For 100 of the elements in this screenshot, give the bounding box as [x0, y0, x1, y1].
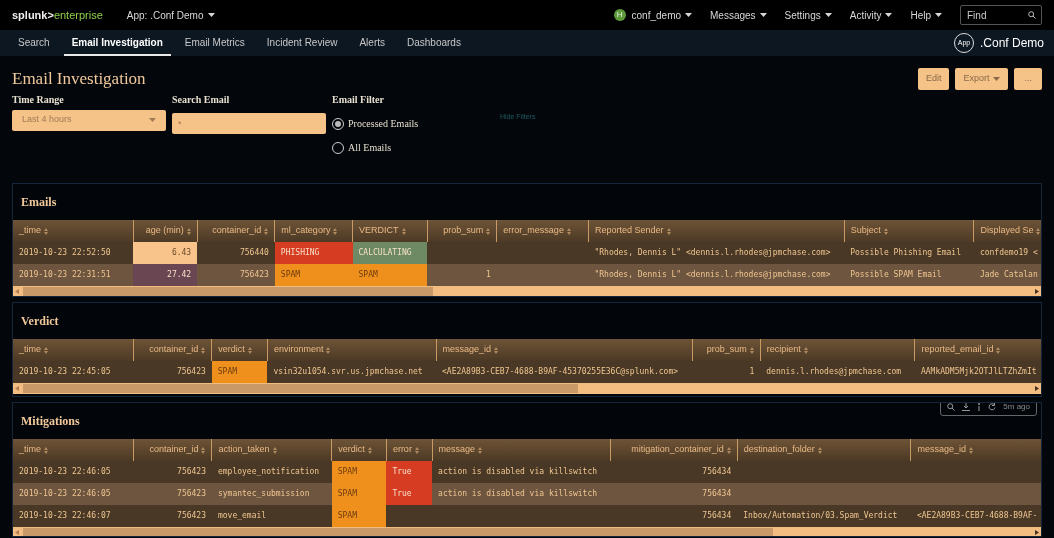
sort-icon — [478, 446, 483, 454]
right-arrow-icon — [1035, 386, 1039, 391]
table-cell: employee_notification — [211, 461, 332, 483]
column-header[interactable]: age (min) — [145, 224, 184, 238]
table-cell: <AE2A89B3-CEB7-4688-B9AF- — [910, 505, 1041, 527]
sort-icon — [566, 227, 571, 235]
column-header[interactable]: destination_folder — [743, 443, 815, 457]
nav-tab[interactable]: Alerts — [351, 30, 393, 56]
caret-icon — [885, 13, 893, 17]
column-header[interactable]: Reported Sender — [594, 224, 664, 238]
table-cell: 756434 — [610, 505, 738, 527]
horizontal-scrollbar[interactable] — [13, 383, 1041, 394]
table-cell: 1 — [692, 361, 761, 383]
column-header[interactable]: container_id — [149, 343, 199, 357]
table-cell: SPAM — [331, 483, 387, 505]
table-cell: Jade Catalan — [973, 264, 1041, 286]
nav-tab[interactable]: Dashboards — [399, 30, 469, 56]
column-header[interactable]: container_id — [149, 443, 199, 457]
sort-icon — [969, 446, 973, 454]
column-header[interactable]: error_message — [503, 224, 564, 238]
column-header[interactable]: Displayed Se — [980, 224, 1034, 238]
horizontal-scrollbar[interactable] — [13, 527, 1041, 536]
table-cell: 2019-10-23 22:31:51 — [13, 264, 134, 286]
nav-tab[interactable]: Email Investigation — [63, 30, 171, 56]
sort-icon — [326, 346, 331, 354]
column-header[interactable]: mitigation_container_id — [631, 443, 724, 457]
sort-icon — [494, 346, 499, 354]
table-cell: action is disabled via killswitch — [432, 483, 611, 505]
menu-button[interactable]: Help — [910, 7, 942, 23]
app-menu[interactable]: App: .Conf Demo — [126, 7, 215, 23]
column-header[interactable]: action_taken — [218, 443, 270, 457]
column-header[interactable]: verdict — [338, 443, 365, 457]
table-cell: 2019-10-23 22:45:05 — [13, 361, 134, 383]
filter-label: Search Email — [172, 92, 231, 107]
sort-icon — [486, 227, 491, 235]
menu-button[interactable]: conf_demo — [631, 7, 693, 23]
sort-icon — [1036, 227, 1041, 235]
column-header[interactable]: prob_sum — [443, 224, 484, 238]
toolbar-button[interactable]: Edit — [917, 67, 950, 90]
user-avatar[interactable]: H — [613, 9, 626, 21]
download-icon — [962, 403, 971, 411]
table-cell: 756423 — [133, 505, 212, 527]
column-header[interactable]: prob_sum — [706, 343, 747, 357]
caret-icon — [149, 118, 156, 122]
column-header[interactable]: message_id — [442, 343, 492, 357]
table-cell: "Rhodes, Dennis L" <dennis.l.rhodes@jpmchase.com> — [588, 264, 845, 286]
logo-text[interactable]: splunk> — [12, 6, 54, 24]
find-field[interactable]: Find — [960, 5, 1042, 25]
horizontal-scrollbar[interactable] — [13, 286, 1041, 296]
table-cell: 2019-10-23 22:52:50 — [13, 242, 134, 264]
sort-icon — [44, 346, 48, 354]
table-cell: 756440 — [197, 242, 275, 264]
column-header[interactable]: _time — [19, 443, 41, 457]
column-header[interactable]: environment — [273, 343, 324, 357]
radio-label[interactable]: All Emails — [348, 140, 392, 155]
toolbar-button[interactable]: ... — [1014, 67, 1042, 90]
sort-icon — [264, 227, 269, 235]
toolbar-button[interactable]: Export — [955, 67, 1009, 90]
left-arrow-icon — [15, 386, 19, 391]
nav-tab[interactable]: Search — [10, 30, 58, 56]
sort-icon — [186, 227, 191, 235]
column-header[interactable]: _time — [19, 224, 41, 238]
menu-button[interactable]: Messages — [710, 7, 767, 23]
column-header[interactable]: reported_email_id — [921, 343, 994, 357]
column-header[interactable]: verdict — [218, 343, 245, 357]
column-header[interactable]: container_id — [212, 224, 262, 238]
sort-icon — [726, 446, 731, 454]
column-header[interactable]: Subject — [850, 224, 881, 238]
column-header[interactable]: error — [392, 443, 412, 457]
menu-button[interactable]: Settings — [784, 7, 832, 23]
refresh-icon — [988, 403, 997, 411]
product-text[interactable]: enterprise — [53, 6, 103, 24]
table-cell: SPAM — [331, 505, 387, 527]
table-cell: 756423 — [133, 361, 212, 383]
panel-title: Mitigations — [21, 413, 80, 430]
column-header[interactable]: VERDICT — [359, 224, 399, 238]
sort-icon — [201, 446, 206, 454]
table-cell: 2019-10-23 22:46:05 — [13, 483, 134, 505]
sort-icon — [666, 227, 671, 235]
table-cell: Possible Phishing Email — [844, 242, 974, 264]
table-cell: dennis.l.rhodes@jpmchase.com — [760, 361, 915, 383]
menu-button[interactable]: Activity — [849, 7, 893, 23]
app-name: .Conf Demo — [979, 35, 1044, 52]
nav-tab[interactable]: Email Metrics — [176, 30, 253, 56]
table-cell: SPAM — [331, 461, 387, 483]
column-header[interactable]: message — [438, 443, 476, 457]
caret-icon — [685, 13, 693, 17]
column-header[interactable]: recipient — [766, 343, 801, 357]
nav-tab[interactable]: Incident Review — [258, 30, 346, 56]
column-header[interactable]: _time — [19, 343, 41, 357]
right-arrow-icon — [1035, 530, 1039, 535]
column-header[interactable]: ml_category — [281, 224, 331, 238]
table-cell: 756434 — [610, 483, 738, 505]
table-cell: Inbox/Automation/03.Spam_Verdict — [737, 505, 911, 527]
sort-icon — [44, 446, 48, 454]
right-arrow-icon — [1035, 289, 1039, 294]
table-cell: symantec_submission — [211, 483, 332, 505]
radio-label[interactable]: Processed Emails — [348, 116, 419, 131]
sort-icon — [749, 346, 754, 354]
column-header[interactable]: message_id — [917, 443, 966, 457]
